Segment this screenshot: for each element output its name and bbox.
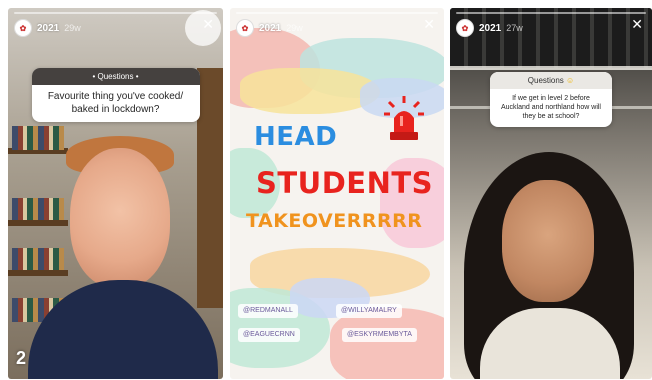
story-panel-2[interactable]: ✿ 2021 29w ✕ HEAD STUDENTS TAKEOVERRRRR …	[230, 8, 444, 379]
headline-students: STUDENTS	[256, 166, 434, 200]
story-progress-bars	[456, 12, 646, 14]
siren-icon	[384, 96, 424, 140]
story-header: ✿ 2021 29w	[236, 19, 303, 37]
mention-tag[interactable]: @EAGUECRNN	[238, 328, 300, 342]
person-face	[502, 180, 594, 302]
paint-blob	[330, 308, 444, 379]
books	[12, 248, 64, 272]
question-sticker: • Questions • Favourite thing you've coo…	[31, 68, 200, 122]
question-sticker-text: Favourite thing you've cooked/ baked in …	[47, 91, 184, 115]
bookshelf	[8, 270, 68, 276]
story-username[interactable]: 2021	[37, 23, 59, 34]
mention-tag[interactable]: @ESKYRMEMBYTA	[342, 328, 417, 342]
smile-emoji-icon: ☺	[566, 76, 575, 85]
close-icon[interactable]: ✕	[202, 17, 214, 31]
story-panel-1[interactable]: ✿ 2021 29w ✕ • Questions • Favourite thi…	[8, 8, 223, 379]
story-progress-bars	[236, 12, 438, 14]
headline-head: HEAD	[254, 122, 338, 152]
question-sticker: Questions ☺ If we get in level 2 before …	[490, 72, 612, 128]
story-time: 27w	[506, 23, 523, 33]
story-time: 29w	[64, 23, 81, 33]
bookshelf	[8, 220, 68, 226]
wood-frame	[197, 68, 223, 308]
paint-blob	[240, 68, 380, 114]
mention-tag[interactable]: @REDMANALL	[238, 304, 298, 318]
close-icon[interactable]: ✕	[631, 17, 643, 31]
pergola-beam	[450, 66, 652, 70]
question-sticker-text: If we get in level 2 before Auckland and…	[500, 95, 601, 120]
pergola-roof	[450, 8, 652, 68]
panel-number: 2	[16, 348, 27, 368]
story-username[interactable]: 2021	[479, 23, 501, 34]
mention-tag[interactable]: @WILLYAMALRY	[336, 304, 402, 318]
story-progress-bars	[14, 12, 217, 14]
story-username[interactable]: 2021	[259, 23, 281, 34]
question-sticker-header: • Questions •	[31, 68, 200, 85]
books	[12, 198, 64, 222]
question-sticker-header: Questions ☺	[490, 72, 612, 89]
story-header: ✿ 2021 27w	[456, 19, 523, 37]
story-panel-3[interactable]: ✿ 2021 27w ✕ Questions ☺ If we get in le…	[450, 8, 652, 379]
headline-takeover: TAKEOVERRRRR	[246, 210, 423, 232]
close-icon[interactable]: ✕	[423, 17, 435, 31]
question-sticker-header-text: Questions	[527, 76, 564, 85]
story-time: 29w	[286, 23, 303, 33]
person-face	[70, 148, 170, 288]
story-header: ✿ 2021 29w	[14, 19, 81, 37]
avatar-icon[interactable]: ✿	[456, 19, 474, 37]
avatar-icon[interactable]: ✿	[236, 19, 254, 37]
books	[12, 126, 64, 150]
person-sweater	[28, 280, 218, 379]
avatar-icon[interactable]: ✿	[14, 19, 32, 37]
